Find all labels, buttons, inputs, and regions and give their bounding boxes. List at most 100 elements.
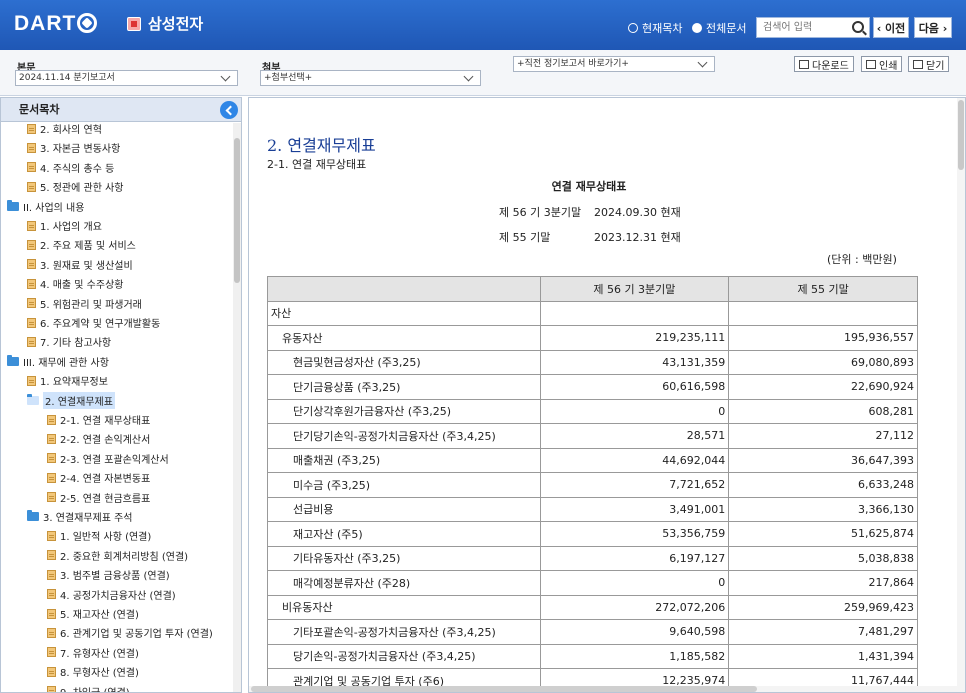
sidebar-item[interactable]: 5. 재고자산 (연결) xyxy=(47,604,139,623)
folder-icon xyxy=(7,354,19,366)
logo-text: DART xyxy=(14,12,77,35)
search-icon[interactable] xyxy=(852,21,864,33)
sidebar-item[interactable]: 3. 원재료 및 생산설비 xyxy=(27,255,133,274)
sidebar-item-label: 2-1. 연결 재무상태표 xyxy=(60,416,151,427)
current-period-value-cell: 6,197,127 xyxy=(539,545,730,571)
sidebar-item[interactable]: 2-1. 연결 재무상태표 xyxy=(47,410,150,429)
sidebar-item[interactable]: 2-2. 연결 손익계산서 xyxy=(47,429,150,448)
printer-icon xyxy=(866,59,876,69)
document-icon xyxy=(27,123,36,134)
column-header: 제 55 기말 xyxy=(728,276,918,302)
sidebar-item[interactable]: 3. 자본금 변동사항 xyxy=(27,138,120,157)
document-icon xyxy=(27,181,36,192)
dart-logo[interactable]: DART xyxy=(14,12,98,36)
chevron-down-icon xyxy=(697,57,708,68)
attach-select[interactable]: +첨부선택+ xyxy=(260,70,481,86)
folder-icon xyxy=(27,510,39,521)
sidebar-item[interactable]: 4. 주식의 총수 등 xyxy=(27,158,114,177)
prev-button[interactable]: ‹ 이전 xyxy=(873,17,909,38)
next-button[interactable]: 다음 › xyxy=(914,17,952,38)
download-label: 다운로드 xyxy=(812,60,849,72)
account-name-cell: 매각예정분류자산 (주28) xyxy=(267,570,541,596)
document-icon xyxy=(47,686,56,692)
document-hscrollbar[interactable] xyxy=(249,686,965,692)
account-name-cell: 당기손익-공정가치금융자산 (주3,4,25) xyxy=(267,643,541,669)
document-hscroll-thumb[interactable] xyxy=(251,686,757,692)
scope-current-radio[interactable]: 현재목차 xyxy=(628,20,682,36)
sidebar-item[interactable]: 5. 위험관리 및 파생거래 xyxy=(27,294,142,313)
sidebar-item[interactable]: 3. 범주별 금융상품 (연결) xyxy=(47,565,170,584)
sidebar-item[interactable]: 2-3. 연결 포괄손익계산서 xyxy=(47,449,169,468)
chevron-down-icon xyxy=(463,71,474,82)
sidebar-item[interactable]: 2. 주요 제품 및 서비스 xyxy=(27,235,136,254)
table-row: 당기손익-공정가치금융자산 (주3,4,25) 1,185,582 1,431,39… xyxy=(267,643,918,669)
print-button[interactable]: 인쇄 xyxy=(861,56,903,72)
current-period-value-cell: 0 xyxy=(539,570,730,596)
account-name-cell: 단기금융상품 (주3,25) xyxy=(267,374,541,400)
sidebar-item[interactable]: 7. 유형자산 (연결) xyxy=(47,643,139,662)
current-period-value-cell: 3,491,001 xyxy=(539,496,730,522)
sidebar-item[interactable]: 8. 무형자산 (연결) xyxy=(47,662,139,681)
sidebar-item-label: 3. 원재료 및 생산설비 xyxy=(40,260,133,272)
main-doc-select[interactable]: 2024.11.14 분기보고서 xyxy=(15,70,238,86)
sidebar-item[interactable]: 2. 중요한 회계처리방침 (연결) xyxy=(47,546,188,565)
sidebar-item[interactable]: 2. 회사의 연혁 xyxy=(27,119,102,138)
current-period-value-cell: 1,185,582 xyxy=(539,643,730,669)
sidebar-item[interactable]: 7. 기타 참고사항 xyxy=(27,332,111,351)
document-icon xyxy=(47,414,56,425)
sidebar-item[interactable]: 5. 정관에 관한 사항 xyxy=(27,177,123,196)
sidebar-scrollbar[interactable] xyxy=(233,123,241,692)
collapse-sidebar-icon[interactable] xyxy=(220,101,238,119)
sidebar-item[interactable]: 1. 요약재무정보 xyxy=(27,371,108,390)
current-period-value-cell: 53,356,759 xyxy=(539,521,730,547)
sidebar-item[interactable]: 4. 공정가치금융자산 (연결) xyxy=(47,585,176,604)
sidebar-item[interactable]: III. 재무에 관한 사항 xyxy=(7,352,109,371)
sidebar-item[interactable]: 2-5. 연결 현금흐름표 xyxy=(47,488,150,507)
sidebar-item-label: 2. 주요 제품 및 서비스 xyxy=(40,241,136,253)
sidebar-item[interactable]: 3. 연결재무제표 주석 xyxy=(27,507,133,526)
account-name-cell: 기타포괄손익-공정가치금융자산 (주3,4,25) xyxy=(267,619,541,645)
table-row: 현금및현금성자산 (주3,25) 43,131,359 69,080,893 xyxy=(267,349,918,375)
prior-period-value-cell: 608,281 xyxy=(728,398,918,424)
current-period-value-cell: 0 xyxy=(539,398,730,424)
sidebar-item-label: 4. 매출 및 수주상황 xyxy=(40,280,124,292)
document-icon xyxy=(27,278,36,289)
column-header: 제 56 기 3분기말 xyxy=(539,276,730,302)
current-period-value-cell: 272,072,206 xyxy=(539,594,730,620)
document-icon xyxy=(27,298,36,309)
sidebar-item-label: 5. 재고자산 (연결) xyxy=(60,610,139,621)
sidebar-item[interactable]: 9. 차입금 (연결) xyxy=(47,682,130,692)
sidebar-item[interactable]: II. 사업의 내용 xyxy=(7,197,84,216)
document-icon xyxy=(47,472,56,483)
sidebar-item[interactable]: 1. 사업의 개요 xyxy=(27,216,102,235)
document-scroll-thumb[interactable] xyxy=(958,100,964,170)
account-name-cell: 현금및현금성자산 (주3,25) xyxy=(267,349,541,375)
recent-report-select[interactable]: +직전 정기보고서 바로가기+ xyxy=(513,56,715,72)
monitor-icon xyxy=(799,59,809,69)
company-label: 삼성전자 xyxy=(148,15,204,33)
table-row: 비유동자산 272,072,206 259,969,423 xyxy=(267,594,918,620)
sidebar-item-label: III. 재무에 관한 사항 xyxy=(23,357,109,369)
period2-label: 제 55 기말 xyxy=(499,231,551,244)
prior-period-value-cell: 22,690,924 xyxy=(728,374,918,400)
document-scrollbar[interactable] xyxy=(957,98,965,688)
download-button[interactable]: 다운로드 xyxy=(794,56,854,72)
sidebar-item[interactable]: 6. 관계기업 및 공동기업 투자 (연결) xyxy=(47,623,213,642)
sidebar-item[interactable]: 1. 일반적 사항 (연결) xyxy=(47,526,151,545)
print-label: 인쇄 xyxy=(879,60,898,72)
table-header-row: 제 56 기 3분기말 제 55 기말 xyxy=(267,276,918,302)
sidebar-item-label: 9. 차입금 (연결) xyxy=(60,684,130,692)
sidebar-item[interactable]: 2-4. 연결 자본변동표 xyxy=(47,468,150,487)
document-icon xyxy=(47,433,56,444)
toc-sidebar: 문서목차 2. 회사의 연혁 3. 자본금 변동사항 4. 주식의 총수 등 5. 정… xyxy=(0,97,242,693)
sidebar-item-label: II. 사업의 내용 xyxy=(23,202,85,214)
scope-all-radio[interactable]: 전체문서 xyxy=(692,20,746,36)
close-button[interactable]: 닫기 xyxy=(908,56,950,72)
search-input[interactable] xyxy=(757,18,849,37)
sidebar-item[interactable]: 6. 주요계약 및 연구개발활동 xyxy=(27,313,160,332)
sidebar-item[interactable]: 4. 매출 및 수주상황 xyxy=(27,274,123,293)
document-icon xyxy=(27,142,36,153)
sidebar-scroll-thumb[interactable] xyxy=(234,138,240,283)
document-icon xyxy=(47,569,56,580)
sidebar-item[interactable]: 2. 연결재무제표 xyxy=(27,391,115,410)
